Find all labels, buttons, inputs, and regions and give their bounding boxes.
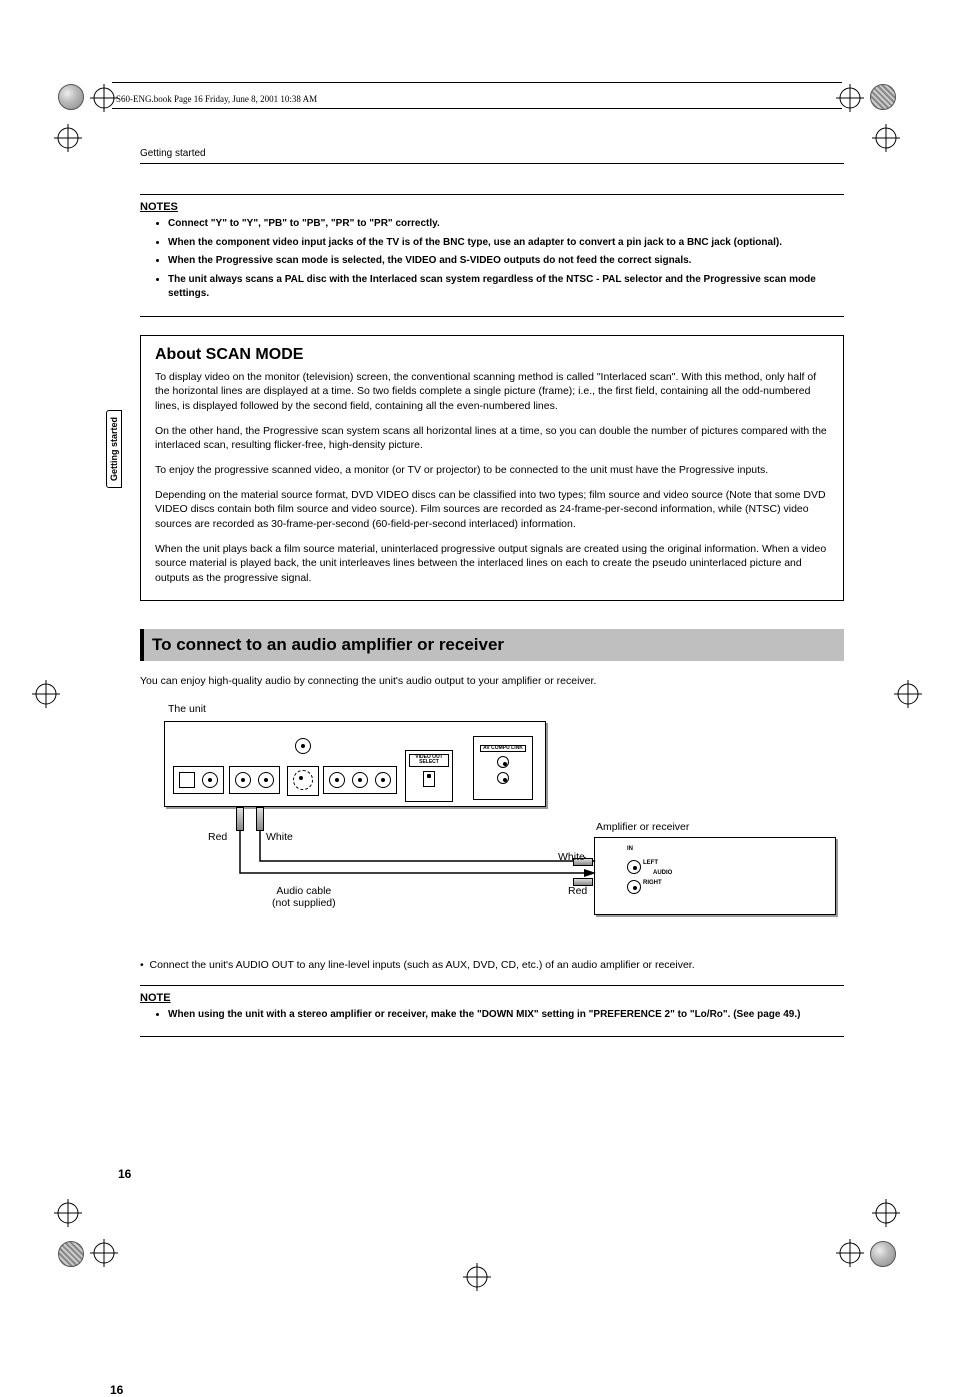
amplifier-panel: IN LEFT RIGHT AUDIO [594, 837, 836, 915]
note-item: The unit always scans a PAL disc with th… [168, 273, 844, 302]
in-label: IN [627, 846, 633, 852]
crop-mark-icon [32, 680, 60, 708]
notes-title: NOTES [140, 201, 844, 213]
sidebar-tab: Getting started [106, 410, 122, 488]
printer-mark-ball [870, 1241, 896, 1267]
note-item: Connect "Y" to "Y", "PB" to "PB", "PR" t… [168, 217, 844, 232]
scan-paragraph: Depending on the material source format,… [155, 488, 829, 532]
page-number: 16 [110, 1383, 123, 1397]
page-number: 16 [118, 1167, 131, 1181]
connection-diagram: The unit [164, 703, 844, 943]
notes-box-top: NOTES Connect "Y" to "Y", "PB" to "PB", … [140, 194, 844, 317]
white-label: White [558, 851, 585, 863]
notes-title: NOTE [140, 992, 844, 1004]
section-heading: To connect to an audio amplifier or rece… [140, 629, 844, 661]
scan-paragraph: To enjoy the progressive scanned video, … [155, 463, 829, 478]
crop-mark-icon [54, 124, 82, 152]
scan-mode-title: About SCAN MODE [155, 346, 829, 364]
crop-mark-icon [54, 1199, 82, 1227]
red-label: Red [568, 885, 587, 897]
note-item: When using the unit with a stereo amplif… [168, 1008, 844, 1023]
left-label: LEFT [643, 860, 658, 866]
intro-text: You can enjoy high-quality audio by conn… [140, 675, 844, 687]
crop-mark-icon [894, 680, 922, 708]
jack-icon [627, 880, 641, 894]
crop-mark-icon [872, 124, 900, 152]
right-label: RIGHT [643, 880, 662, 886]
running-head: Getting started [140, 148, 844, 164]
note-item: When the Progressive scan mode is select… [168, 254, 844, 269]
crop-mark-icon [463, 1263, 491, 1291]
notes-box-bottom: NOTE When using the unit with a stereo a… [140, 985, 844, 1038]
book-header-text: S60-ENG.book Page 16 Friday, June 8, 200… [116, 94, 317, 104]
audio-label: AUDIO [653, 870, 672, 876]
printer-mark-hatch [58, 1241, 84, 1267]
jack-icon [627, 860, 641, 874]
scan-paragraph: To display video on the monitor (televis… [155, 370, 829, 414]
amp-label: Amplifier or receiver [596, 821, 689, 833]
scan-paragraph: On the other hand, the Progressive scan … [155, 424, 829, 453]
printer-mark-ball [58, 84, 84, 110]
crop-mark-icon [90, 1239, 118, 1267]
scan-mode-box: About SCAN MODE To display video on the … [140, 335, 844, 601]
crop-mark-icon [836, 1239, 864, 1267]
printer-mark-hatch [870, 84, 896, 110]
scan-paragraph: When the unit plays back a film source m… [155, 542, 829, 586]
crop-mark-icon [872, 1199, 900, 1227]
connect-note: • Connect the unit's AUDIO OUT to any li… [140, 959, 844, 971]
note-item: When the component video input jacks of … [168, 236, 844, 251]
